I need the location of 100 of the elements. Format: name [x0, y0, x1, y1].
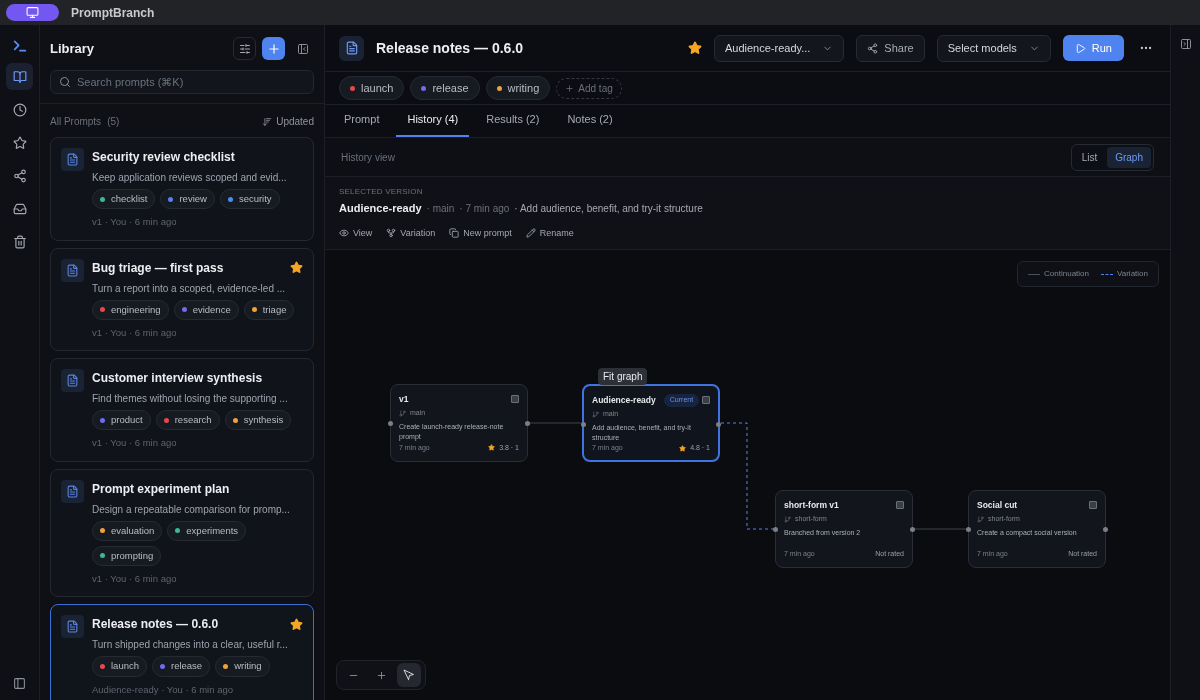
run-button[interactable]: Run: [1062, 35, 1124, 61]
star-icon: [12, 135, 27, 150]
tag: release: [152, 656, 211, 677]
prompt-card[interactable]: Bug triage — first pass Turn a report into a scoped, evidence-led ... engineering evidence triage v1 · You · 6 min ago: [50, 247, 314, 351]
version-branch: · main: [426, 202, 455, 216]
prompt-card[interactable]: Security review checklist Keep application reviews scoped and evid... checklist review security v1 · You · 6 min ago: [50, 137, 314, 241]
star-icon[interactable]: [687, 41, 702, 55]
fit-graph-button[interactable]: [397, 663, 421, 687]
tag: writing: [485, 75, 551, 101]
version-message: · Add audience, benefit, and try-it structure: [514, 202, 703, 216]
branch-icon: [592, 410, 599, 418]
tag: checklist: [92, 189, 156, 210]
tag: synthesis: [224, 410, 292, 431]
tag: product: [92, 410, 151, 431]
panel-icon[interactable]: [13, 677, 26, 690]
branch-icon: [784, 515, 791, 523]
version-dropdown[interactable]: Audience-ready...: [713, 34, 845, 62]
library-title: Library: [50, 39, 95, 58]
branch-icon: [399, 409, 406, 417]
models-dropdown[interactable]: Select models: [936, 34, 1051, 62]
filter-button[interactable]: [233, 37, 256, 60]
sort-button[interactable]: Updated: [262, 114, 314, 129]
tag: launch: [92, 656, 147, 677]
node-checkbox[interactable]: [511, 395, 519, 404]
tag: experiments: [167, 520, 247, 541]
node-title: Social cut: [977, 499, 1018, 512]
tag: security: [219, 189, 280, 210]
action-button[interactable]: Rename: [525, 226, 574, 240]
node-checkbox[interactable]: [1089, 501, 1097, 510]
tag: prompting: [92, 545, 162, 566]
prompt-count: (5): [107, 115, 120, 129]
book-icon: [12, 69, 27, 84]
app-title: PromptBranch: [71, 4, 155, 22]
node-checkbox[interactable]: [896, 501, 904, 510]
tab[interactable]: Prompt: [333, 110, 391, 137]
document-icon: [61, 479, 84, 503]
section-heading: SELECTED VERSION: [339, 186, 424, 198]
branch-icon: [977, 515, 984, 523]
copy-icon: [449, 228, 460, 239]
action-button[interactable]: Variation: [386, 226, 436, 240]
search-field[interactable]: Search prompts (⌘K): [50, 70, 314, 94]
legend-label: Continuation: [1044, 268, 1089, 280]
node-title: v1: [399, 393, 409, 406]
cursor-icon: [403, 669, 415, 681]
eye-icon: [339, 228, 349, 239]
prompt-meta: v1 · You · 6 min ago: [92, 436, 178, 451]
prompt-title: Prompt experiment plan: [92, 480, 230, 498]
app-pill[interactable]: [6, 4, 59, 21]
prompt-title: Release notes — 0.6.0: [92, 616, 219, 634]
tab[interactable]: Results (2): [475, 110, 551, 137]
document-icon: [61, 258, 84, 282]
plus-icon: [266, 41, 281, 56]
tag: evidence: [173, 299, 239, 320]
legend-line: [1101, 273, 1113, 275]
view-option[interactable]: List: [1073, 146, 1106, 168]
panel-icon: [296, 42, 309, 55]
tag: engineering: [92, 299, 169, 320]
prompt-description: Turn a report into a scoped, evidence-led ...: [92, 281, 286, 296]
share-button[interactable]: Share: [856, 34, 925, 62]
sliders-icon: [238, 42, 251, 55]
plus-icon: [565, 83, 575, 93]
action-button[interactable]: New prompt: [449, 226, 512, 240]
plus-icon: [375, 669, 387, 681]
new-prompt-button[interactable]: [262, 37, 285, 60]
document-icon: [61, 615, 84, 639]
share-icon: [867, 42, 879, 54]
node-checkbox[interactable]: [702, 396, 710, 405]
prompt-card[interactable]: Release notes — 0.6.0 Turn shipped changes into a clear, useful r... launch release writing Audience-ready · You · 6 min ago: [50, 604, 314, 700]
tag: research: [155, 410, 220, 431]
fork-icon: [386, 228, 397, 239]
prompt-meta: v1 · You · 6 min ago: [92, 572, 178, 586]
prompt-card[interactable]: Customer interview synthesis Find themes without losing the supporting ... product research synthesis v1 · You · 6 min ago: [50, 358, 314, 462]
tag: review: [160, 189, 215, 210]
tag: evaluation: [92, 520, 163, 541]
history-view-label: History view: [341, 150, 395, 165]
document-icon: [339, 35, 364, 61]
search-icon: [59, 76, 71, 88]
tag: writing: [215, 656, 270, 677]
tooltip: Fit graph: [598, 368, 648, 385]
share-icon: [12, 168, 27, 183]
clock-icon: [12, 102, 27, 117]
monitor-icon: [26, 6, 39, 19]
prompt-description: Find themes without losing the supporting ...: [92, 392, 288, 406]
prompt-description: Turn shipped changes into a clear, useful r...: [92, 638, 288, 653]
document-icon: [61, 148, 84, 171]
tab[interactable]: Notes (2): [556, 110, 624, 137]
prompt-title: Security review checklist: [92, 149, 235, 166]
version-time: · 7 min ago: [459, 202, 510, 216]
inbox-icon: [12, 201, 27, 216]
document-title: Release notes — 0.6.0: [376, 38, 525, 58]
panel-icon[interactable]: [1179, 38, 1192, 50]
rail-button[interactable]: [6, 63, 33, 90]
node-title: short-form v1: [784, 499, 839, 512]
prompt-meta: v1 · You · 6 min ago: [92, 215, 178, 230]
prompt-card[interactable]: Prompt experiment plan Design a repeatable comparison for promp... evaluation experiments prompting v1 · You · 6 min ago: [50, 468, 314, 598]
node-title: Audience-ready: [592, 394, 656, 407]
prompt-title: Customer interview synthesis: [92, 370, 263, 387]
action-button[interactable]: View: [339, 226, 373, 240]
sort-icon: [262, 116, 273, 127]
view-option[interactable]: Graph: [1107, 146, 1151, 168]
